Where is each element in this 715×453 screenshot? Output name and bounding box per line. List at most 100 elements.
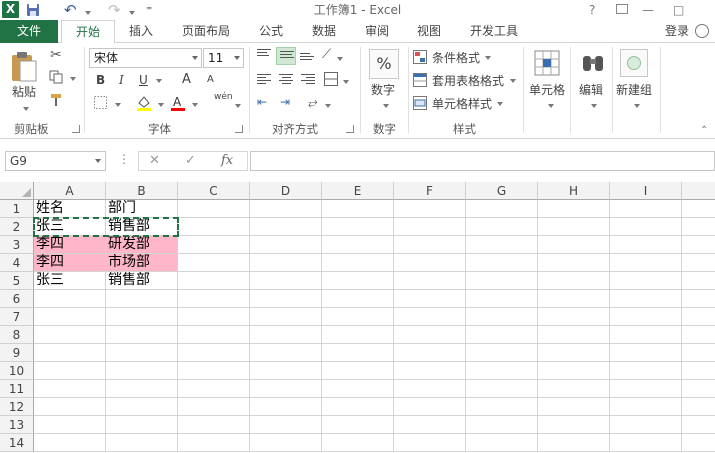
wrap-dropdown-icon[interactable]	[322, 98, 331, 112]
cell-h5[interactable]	[538, 272, 610, 290]
cell-i6[interactable]	[610, 290, 682, 308]
cell-c10[interactable]	[178, 362, 250, 380]
cell-b6[interactable]	[106, 290, 178, 308]
confirm-entry-icon[interactable]: ✓	[185, 153, 196, 168]
cell[interactable]	[682, 416, 715, 434]
cell-i12[interactable]	[610, 398, 682, 416]
conditional-format-dropdown-icon[interactable]	[482, 50, 491, 64]
font-name-combo[interactable]: 宋体	[89, 48, 202, 68]
cell-f11[interactable]	[394, 380, 466, 398]
row-header-11[interactable]: 11	[0, 380, 34, 398]
orientation-icon[interactable]: ⟋	[322, 47, 331, 62]
cell-i3[interactable]	[610, 236, 682, 254]
cell-i5[interactable]	[610, 272, 682, 290]
cell-styles-button[interactable]: 单元格样式	[432, 95, 492, 112]
cell-b8[interactable]	[106, 326, 178, 344]
cell-c6[interactable]	[178, 290, 250, 308]
cell-g4[interactable]	[466, 254, 538, 272]
cell-a11[interactable]	[34, 380, 106, 398]
collapse-ribbon-icon[interactable]: ⌃	[700, 125, 708, 136]
cell-f4[interactable]	[394, 254, 466, 272]
tab-formulas[interactable]: 公式	[250, 20, 292, 43]
align-top-icon[interactable]	[257, 49, 271, 58]
cell-a1[interactable]: 姓名	[34, 200, 106, 218]
number-dropdown-icon[interactable]	[380, 98, 389, 112]
cell-d8[interactable]	[250, 326, 322, 344]
editing-button-label[interactable]: 编辑	[579, 81, 603, 98]
cell[interactable]	[682, 272, 715, 290]
cell-b12[interactable]	[106, 398, 178, 416]
row-header-5[interactable]: 5	[0, 272, 34, 290]
insert-function-icon[interactable]: fx	[221, 153, 233, 168]
increase-indent-icon[interactable]: ⇥	[280, 95, 290, 109]
cell-h13[interactable]	[538, 416, 610, 434]
row-header-6[interactable]: 6	[0, 290, 34, 308]
cell-h12[interactable]	[538, 398, 610, 416]
cell-f13[interactable]	[394, 416, 466, 434]
copy-dropdown-icon[interactable]	[67, 71, 76, 85]
cell-a2[interactable]: 张三	[34, 218, 106, 236]
cell-d14[interactable]	[250, 434, 322, 452]
tab-data[interactable]: 数据	[303, 20, 345, 43]
tab-review[interactable]: 审阅	[356, 20, 398, 43]
cell-b9[interactable]	[106, 344, 178, 362]
column-header-h[interactable]: H	[538, 182, 610, 200]
cell-g8[interactable]	[466, 326, 538, 344]
cell[interactable]	[682, 200, 715, 218]
cell[interactable]	[682, 398, 715, 416]
clipboard-launcher-icon[interactable]	[72, 125, 80, 133]
cell-d1[interactable]	[250, 200, 322, 218]
fill-color-dropdown-icon[interactable]	[155, 97, 164, 111]
cell-c4[interactable]	[178, 254, 250, 272]
paste-dropdown-icon[interactable]	[20, 101, 29, 115]
cell-e1[interactable]	[322, 200, 394, 218]
cell-styles-dropdown-icon[interactable]	[494, 96, 503, 110]
cell-g9[interactable]	[466, 344, 538, 362]
cell-e4[interactable]	[322, 254, 394, 272]
cell-f1[interactable]	[394, 200, 466, 218]
cell[interactable]	[682, 236, 715, 254]
cell-a9[interactable]	[34, 344, 106, 362]
cell-e13[interactable]	[322, 416, 394, 434]
cell-i13[interactable]	[610, 416, 682, 434]
cell-e10[interactable]	[322, 362, 394, 380]
column-header[interactable]	[682, 182, 715, 200]
shrink-font-button[interactable]: A	[207, 74, 214, 85]
cell-c8[interactable]	[178, 326, 250, 344]
cell-d5[interactable]	[250, 272, 322, 290]
tab-file[interactable]: 文件	[0, 20, 58, 43]
editing-dropdown-icon[interactable]	[588, 98, 597, 112]
borders-dropdown-icon[interactable]	[112, 97, 121, 111]
decrease-indent-icon[interactable]: ⇤	[257, 95, 267, 109]
cell-a3[interactable]: 李四	[34, 236, 106, 254]
cell-f7[interactable]	[394, 308, 466, 326]
font-launcher-icon[interactable]	[235, 125, 243, 133]
cell-e5[interactable]	[322, 272, 394, 290]
row-header-12[interactable]: 12	[0, 398, 34, 416]
cell-a6[interactable]	[34, 290, 106, 308]
cell-d4[interactable]	[250, 254, 322, 272]
cell-d11[interactable]	[250, 380, 322, 398]
cell-f3[interactable]	[394, 236, 466, 254]
cell-b7[interactable]	[106, 308, 178, 326]
cell-h1[interactable]	[538, 200, 610, 218]
cell[interactable]	[682, 434, 715, 452]
cell-g11[interactable]	[466, 380, 538, 398]
column-header-g[interactable]: G	[466, 182, 538, 200]
row-header-4[interactable]: 4	[0, 254, 34, 272]
italic-button[interactable]: I	[119, 73, 124, 87]
tab-developer[interactable]: 开发工具	[462, 20, 526, 43]
grow-font-button[interactable]: A	[182, 72, 191, 87]
row-header-8[interactable]: 8	[0, 326, 34, 344]
cell-i10[interactable]	[610, 362, 682, 380]
cell-f8[interactable]	[394, 326, 466, 344]
orientation-dropdown-icon[interactable]	[334, 51, 343, 65]
phonetic-dropdown-icon[interactable]	[232, 98, 241, 112]
cell-i2[interactable]	[610, 218, 682, 236]
phonetic-button[interactable]: wén	[214, 92, 233, 102]
fill-color-icon[interactable]	[136, 94, 152, 111]
cell[interactable]	[682, 308, 715, 326]
column-header-e[interactable]: E	[322, 182, 394, 200]
cell-a12[interactable]	[34, 398, 106, 416]
conditional-format-button[interactable]: 条件格式	[432, 49, 480, 66]
